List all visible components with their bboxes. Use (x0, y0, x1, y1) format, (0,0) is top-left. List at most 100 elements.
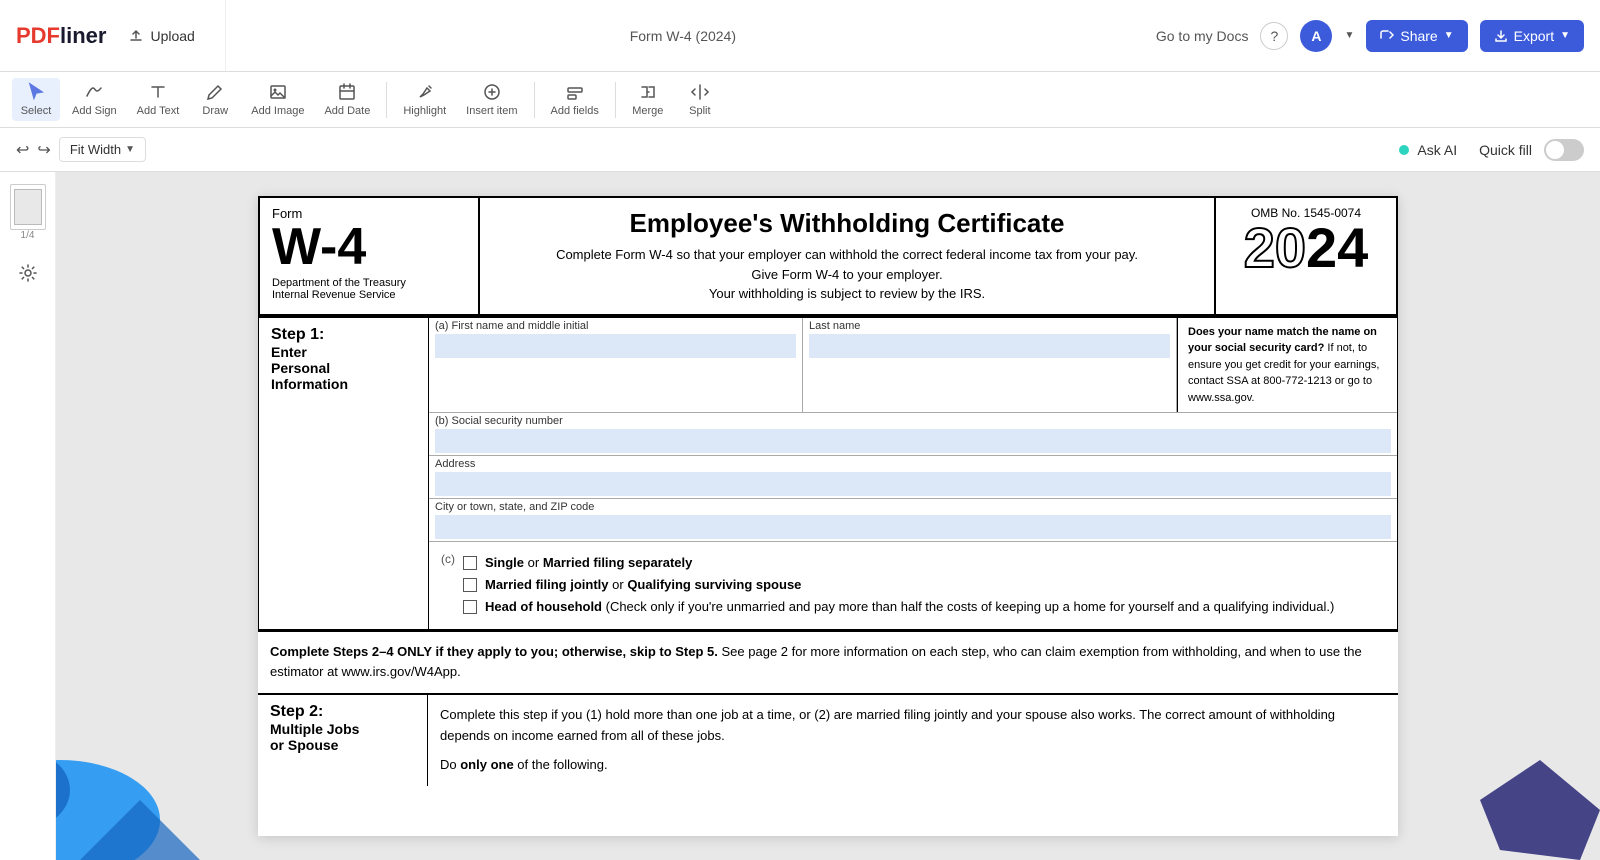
toolbar-divider-2 (534, 82, 535, 118)
share-dropdown-arrow[interactable]: ▼ (1444, 30, 1454, 41)
step2-name: Multiple Jobs or Spouse (270, 721, 415, 753)
upload-label: Upload (150, 28, 194, 44)
single-text: Single or Married filing separately (485, 554, 692, 572)
insert-item-button[interactable]: Insert item (458, 78, 525, 121)
city-label: City or town, state, and ZIP code (435, 501, 1391, 513)
step2-content: Complete this step if you (1) hold more … (428, 695, 1398, 785)
draw-button[interactable]: Draw (191, 78, 239, 121)
ssn-row: (b) Social security number (429, 413, 1397, 456)
insert-item-label: Insert item (466, 105, 517, 117)
toolbar: Select Add Sign Add Text Draw Add Image … (0, 72, 1600, 128)
settings-icon-button[interactable] (8, 253, 48, 293)
w4-header: Form W-4 Department of the Treasury Inte… (258, 196, 1398, 316)
address-row: Address (429, 456, 1397, 499)
form-title: Employee's Withholding Certificate (500, 208, 1194, 239)
page-thumbnail[interactable] (10, 184, 46, 230)
draw-icon (205, 82, 225, 102)
w4-left-header: Form W-4 Department of the Treasury Inte… (260, 198, 480, 314)
head-of-household-checkbox[interactable] (463, 600, 477, 614)
step2-text2-prefix: Do (440, 757, 460, 772)
select-icon (26, 82, 46, 102)
married-jointly-checkbox[interactable] (463, 578, 477, 592)
ssn-input[interactable] (435, 429, 1391, 453)
last-name-label: Last name (809, 320, 1170, 332)
share-icon (1380, 29, 1394, 43)
merge-button[interactable]: Merge (624, 78, 672, 121)
fit-width-button[interactable]: Fit Width ▼ (59, 137, 146, 162)
step2-name-bold: Multiple Jobs (270, 721, 415, 737)
step2-number: Step 2: (270, 703, 415, 721)
merge-icon (638, 82, 658, 102)
page-thumbnail-container: 1/4 (10, 184, 46, 241)
add-image-button[interactable]: Add Image (243, 78, 312, 121)
add-sign-button[interactable]: Add Sign (64, 78, 125, 121)
address-label: Address (435, 458, 1391, 470)
quick-fill-toggle[interactable] (1544, 139, 1584, 161)
w4-center-header: Employee's Withholding Certificate Compl… (480, 198, 1216, 314)
year-display: 2024 (1228, 220, 1384, 276)
married-jointly-text: Married filing jointly or Qualifying sur… (485, 576, 801, 594)
highlight-button[interactable]: Highlight (395, 78, 454, 121)
add-text-icon (148, 82, 168, 102)
avatar-dropdown-arrow[interactable]: ▼ (1344, 30, 1354, 41)
share-button[interactable]: Share ▼ (1366, 20, 1467, 52)
step2-row: Step 2: Multiple Jobs or Spouse Complete… (258, 695, 1398, 785)
info-section: Complete Steps 2–4 ONLY if they apply to… (258, 631, 1398, 695)
toolbar-divider-1 (386, 82, 387, 118)
main-content: Form W-4 Department of the Treasury Inte… (56, 172, 1600, 860)
left-sidebar: 1/4 (0, 172, 56, 860)
toolbar-divider-3 (615, 82, 616, 118)
split-label: Split (689, 105, 710, 117)
single-checkbox[interactable] (463, 556, 477, 570)
first-name-input[interactable] (435, 334, 796, 358)
last-name-input[interactable] (809, 334, 1170, 358)
form-number: W-4 (272, 221, 466, 273)
export-button[interactable]: Export ▼ (1480, 20, 1584, 52)
add-text-button[interactable]: Add Text (129, 78, 188, 121)
step2-name-bold2: or Spouse (270, 737, 415, 753)
step1-fields: (a) First name and middle initial Last n… (429, 318, 1397, 629)
upload-icon (128, 28, 144, 44)
step1-section: Step 1: Enter Personal Information (a) F… (258, 316, 1398, 631)
fit-width-arrow: ▼ (125, 144, 135, 155)
draw-label: Draw (202, 105, 228, 117)
head-of-household-text: Head of household (Check only if you're … (485, 598, 1334, 616)
avatar-button[interactable]: A (1300, 20, 1332, 52)
step1-label: Step 1: Enter Personal Information (259, 318, 429, 629)
redo-button[interactable]: ↪ (37, 140, 50, 160)
add-image-icon (268, 82, 288, 102)
page-number: 1/4 (10, 230, 46, 241)
export-dropdown-arrow[interactable]: ▼ (1560, 30, 1570, 41)
quick-fill-label: Quick fill (1479, 142, 1532, 158)
add-fields-button[interactable]: Add fields (543, 78, 607, 121)
ask-ai-label: Ask AI (1417, 142, 1457, 158)
goto-docs-button[interactable]: Go to my Docs (1156, 28, 1249, 44)
split-button[interactable]: Split (676, 78, 724, 121)
logo-area: PDFliner Upload (0, 0, 226, 71)
add-date-label: Add Date (324, 105, 370, 117)
form-subtitle: Complete Form W-4 so that your employer … (500, 245, 1194, 304)
undo-button[interactable]: ↩ (16, 140, 29, 160)
checkbox-row-3: Head of household (Check only if you're … (463, 598, 1334, 616)
select-tool-button[interactable]: Select (12, 78, 60, 121)
add-date-button[interactable]: Add Date (316, 78, 378, 121)
info-bold: Complete Steps 2–4 ONLY if they apply to… (270, 644, 718, 659)
logo-liner: liner (60, 23, 106, 48)
address-input[interactable] (435, 472, 1391, 496)
upload-button[interactable]: Upload (114, 22, 208, 50)
step2-section: Step 2: Multiple Jobs or Spouse Complete… (258, 694, 1398, 785)
checkbox-c-label: (c) (441, 552, 455, 566)
city-input[interactable] (435, 515, 1391, 539)
city-row: City or town, state, and ZIP code (429, 499, 1397, 542)
ask-ai-button[interactable]: Ask AI (1389, 138, 1467, 162)
help-button[interactable]: ? (1260, 22, 1288, 50)
ssn-note: Does your name match the name on your so… (1177, 318, 1397, 413)
step2-text2: Do only one of the following. (440, 755, 1386, 776)
ssn-spacer: (b) Social security number (429, 413, 1397, 455)
highlight-label: Highlight (403, 105, 446, 117)
w4-right-header: OMB No. 1545-0074 2024 (1216, 198, 1396, 314)
step2-text2-rest: of the following. (514, 757, 608, 772)
share-label: Share (1400, 28, 1437, 44)
top-right-actions: Go to my Docs ? A ▼ Share ▼ Export ▼ (1140, 20, 1600, 52)
ssn-label: (b) Social security number (435, 415, 1391, 427)
